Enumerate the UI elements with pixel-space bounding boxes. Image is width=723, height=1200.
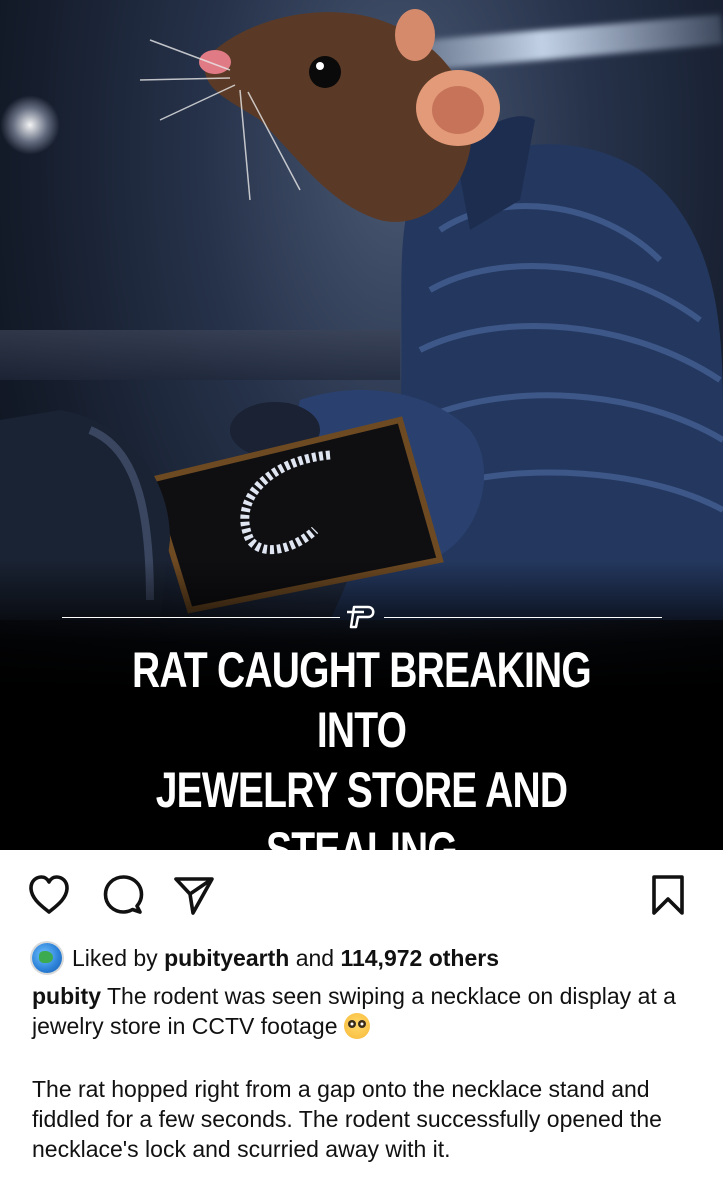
comment-icon xyxy=(103,875,144,914)
flushed-face-emoji xyxy=(343,1013,370,1039)
likes-prefix: Liked by xyxy=(72,944,158,971)
caption-username[interactable]: pubity xyxy=(32,983,101,1009)
likes-summary: Liked by pubityearth and 114,972 others xyxy=(32,940,712,976)
heart-icon xyxy=(29,875,69,914)
share-button[interactable] xyxy=(166,868,220,922)
post-action-bar xyxy=(0,868,723,922)
headline-divider-left xyxy=(62,617,340,618)
bookmark-icon xyxy=(652,875,684,915)
liker-avatar[interactable] xyxy=(32,943,62,973)
likes-count[interactable]: 114,972 others xyxy=(340,945,499,972)
liker-username[interactable]: pubityearth xyxy=(164,945,289,972)
caption-body: The rat hopped right from a gap onto the… xyxy=(32,1076,662,1162)
post-image[interactable]: RAT CAUGHT BREAKING INTO JEWELRY STORE A… xyxy=(0,0,723,850)
rat-illustration xyxy=(0,9,723,620)
save-button[interactable] xyxy=(641,868,695,922)
comment-button[interactable] xyxy=(96,868,150,922)
likes-connector: and xyxy=(295,944,335,971)
share-icon xyxy=(174,877,214,915)
like-button[interactable] xyxy=(22,868,76,922)
post-headline: RAT CAUGHT BREAKING INTO JEWELRY STORE A… xyxy=(132,642,592,850)
pubity-p-logo xyxy=(347,605,375,629)
headline-divider-right xyxy=(384,617,662,618)
post-caption: pubity The rodent was seen swiping a nec… xyxy=(32,981,712,1041)
